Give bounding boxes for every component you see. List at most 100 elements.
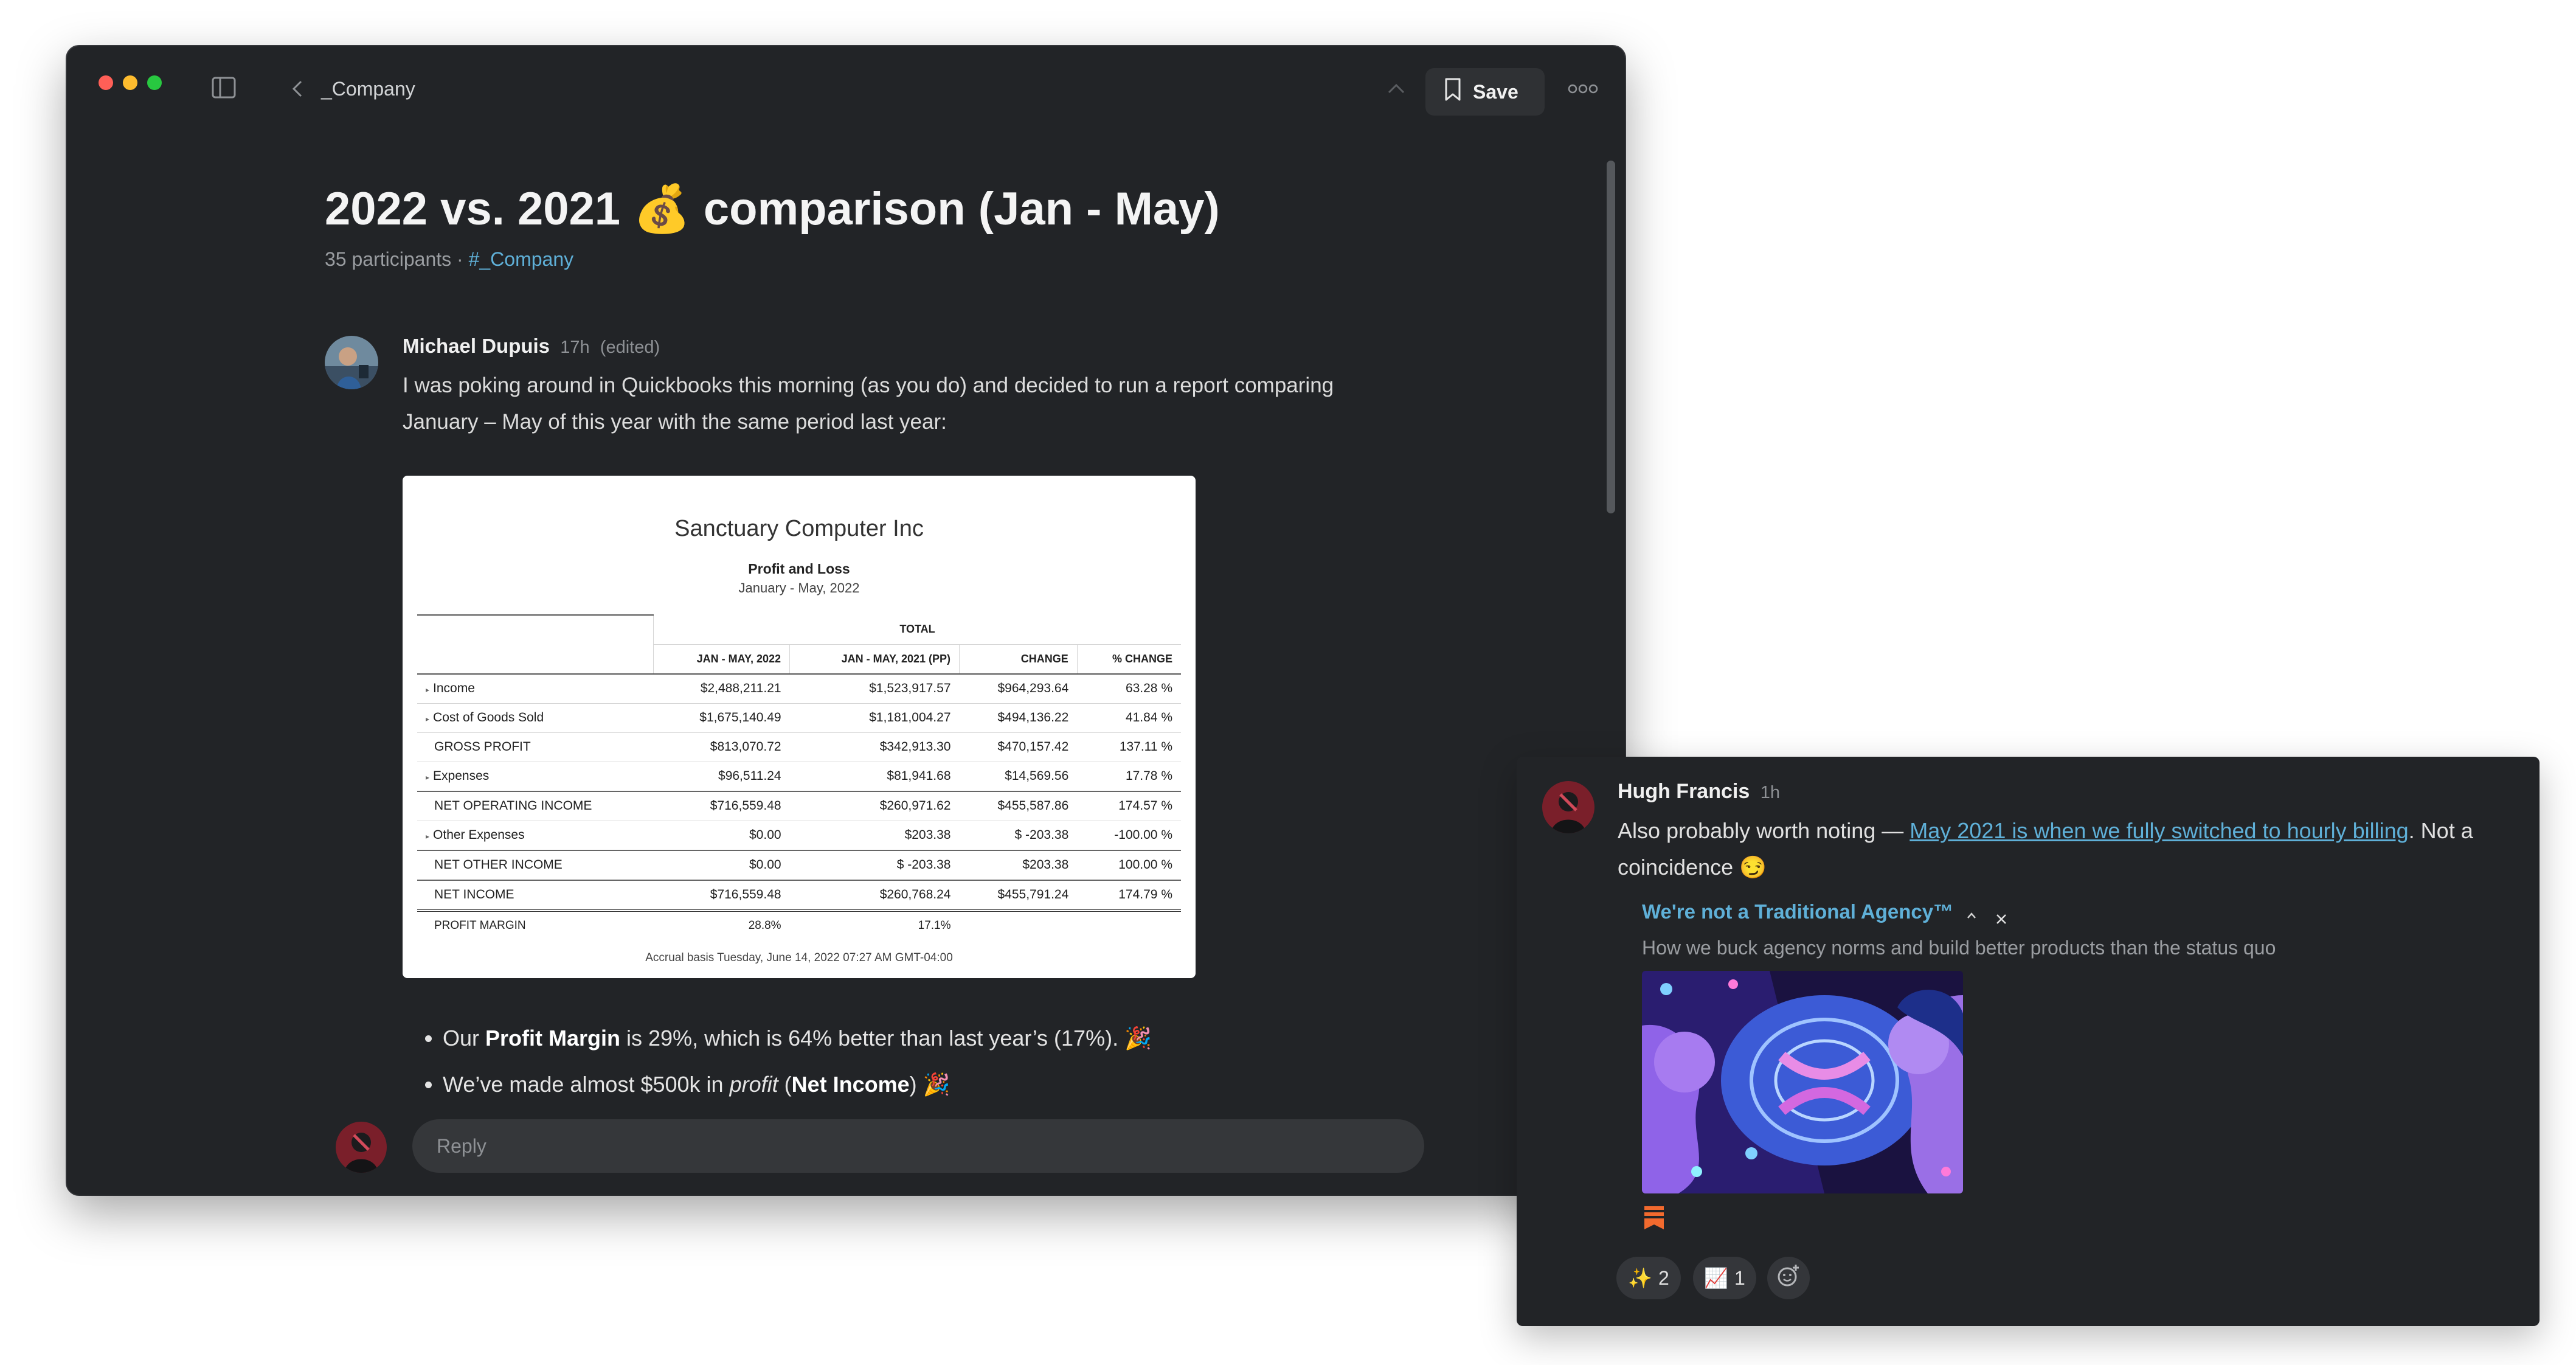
reaction-chart[interactable]: 📈 1 xyxy=(1693,1257,1756,1299)
table-row: ▸ Other Expenses $0.00 $203.38 $ -203.38 -100… xyxy=(417,821,1181,851)
cell: 137.11 % xyxy=(1077,732,1181,762)
column-header: JAN - MAY, 2022 xyxy=(653,644,790,675)
link-preview-title-text: We're not a Traditional Agency™ xyxy=(1642,900,1954,923)
total-header: TOTAL xyxy=(653,615,1181,644)
chart-increasing-icon: 📈 xyxy=(1704,1267,1729,1289)
cell: $81,941.68 xyxy=(789,762,960,792)
reaction-count: 1 xyxy=(1734,1266,1745,1289)
save-button[interactable]: Save xyxy=(1425,68,1545,116)
message-text: I was poking around in Quickbooks this m… xyxy=(403,373,1334,434)
table-row: ▸ Expenses $96,511.24 $81,941.68 $14,569.56 1… xyxy=(417,762,1181,792)
expand-arrow[interactable]: ▸ xyxy=(426,832,429,841)
table-row: ▸ Income $2,488,211.21 $1,523,917.57 $964,29… xyxy=(417,673,1181,704)
table-row: GROSS PROFIT $813,070.72 $342,913.30 $470,1… xyxy=(417,732,1181,762)
cell: $1,181,004.27 xyxy=(789,703,960,733)
reply-input[interactable]: Reply xyxy=(412,1119,1424,1173)
row-label: NET OPERATING INCOME xyxy=(434,799,592,813)
main-window: _Company Save 2022 vs. 2021 💰 comparison… xyxy=(67,46,1625,1195)
reply-placeholder: Reply xyxy=(437,1134,486,1157)
message-text: Also probably worth noting — May 2021 is… xyxy=(1618,813,2512,886)
inline-link[interactable]: May 2021 is when we fully switched to ho… xyxy=(1909,818,2408,843)
cell xyxy=(1077,911,1181,940)
bookmark-stack-icon[interactable] xyxy=(1642,1204,1666,1231)
sidebar-toggle-icon[interactable] xyxy=(210,74,237,101)
chevron-left-icon[interactable] xyxy=(288,78,306,100)
page-title: 2022 vs. 2021 💰 comparison (Jan - May) xyxy=(325,183,1220,235)
participants-count: 35 participants xyxy=(325,248,452,270)
minimize-window-button[interactable] xyxy=(123,75,137,90)
close-window-button[interactable] xyxy=(99,75,113,90)
breadcrumb[interactable]: _Company xyxy=(321,78,415,100)
cell: 174.79 % xyxy=(1077,880,1181,912)
cell: $716,559.48 xyxy=(653,880,790,912)
text-run: ( xyxy=(778,1072,792,1097)
current-user-avatar[interactable] xyxy=(336,1122,387,1173)
link-preview-title[interactable]: We're not a Traditional Agency™ xyxy=(1642,900,2008,931)
bookmark-icon xyxy=(1444,77,1462,106)
row-label: Income xyxy=(433,681,475,695)
chevron-up-icon[interactable] xyxy=(1385,80,1407,97)
cell: $813,070.72 xyxy=(653,732,790,762)
cell: $260,971.62 xyxy=(789,791,960,821)
avatar[interactable] xyxy=(325,336,378,389)
cell: $455,587.86 xyxy=(959,791,1078,821)
message-bullets: Our Profit Margin is 29%, which is 64% b… xyxy=(423,1026,1152,1118)
text-bold: Profit Margin xyxy=(485,1026,621,1051)
reaction-count: 2 xyxy=(1658,1266,1669,1289)
cell: 63.28 % xyxy=(1077,673,1181,704)
save-label: Save xyxy=(1473,80,1518,103)
cell: 41.84 % xyxy=(1077,703,1181,733)
report-image[interactable]: Sanctuary Computer Inc Profit and Loss J… xyxy=(403,476,1196,978)
reply-message-card: Hugh Francis 1h Also probably worth noti… xyxy=(1517,757,2540,1326)
avatar[interactable] xyxy=(1542,781,1594,833)
cell: $494,136.22 xyxy=(959,703,1078,733)
cell: 17.1% xyxy=(918,919,951,932)
post-subtitle: 35 participants · #_Company xyxy=(325,248,573,271)
more-icon[interactable] xyxy=(1567,78,1599,100)
reaction-sparkles[interactable]: ✨ 2 xyxy=(1616,1257,1681,1299)
cell: $470,157.42 xyxy=(959,732,1078,762)
close-icon[interactable] xyxy=(1995,908,2008,931)
report-title: Profit and Loss xyxy=(748,561,850,577)
cell: $203.38 xyxy=(959,850,1078,881)
row-label: Other Expenses xyxy=(433,828,525,842)
expand-arrow[interactable]: ▸ xyxy=(426,715,429,723)
cell: $0.00 xyxy=(653,850,790,881)
author-name[interactable]: Hugh Francis xyxy=(1618,780,1750,803)
cell: $964,293.64 xyxy=(959,673,1078,704)
zoom-window-button[interactable] xyxy=(147,75,162,90)
channel-link[interactable]: #_Company xyxy=(469,248,574,270)
report-company: Sanctuary Computer Inc xyxy=(674,516,924,541)
row-label: NET INCOME xyxy=(434,887,514,901)
edited-label: (edited) xyxy=(600,338,660,357)
author-name[interactable]: Michael Dupuis xyxy=(403,335,550,357)
subtitle-separator: · xyxy=(457,248,463,270)
text-run: We’ve made almost $500k in xyxy=(443,1072,730,1097)
list-item: Our Profit Margin is 29%, which is 64% b… xyxy=(443,1026,1152,1051)
cell: $2,488,211.21 xyxy=(653,673,790,704)
text-italic: profit xyxy=(729,1072,778,1097)
cell: $ -203.38 xyxy=(959,821,1078,851)
report-table: TOTAL JAN - MAY, 2022 JAN - MAY, 2021 (P… xyxy=(417,614,1181,940)
add-reaction-button[interactable] xyxy=(1767,1257,1810,1299)
text-run: is 29%, which is 64% better than last ye… xyxy=(620,1026,1152,1051)
cell: 174.57 % xyxy=(1077,791,1181,821)
cell: 17.78 % xyxy=(1077,762,1181,792)
link-preview-description: How we buck agency norms and build bette… xyxy=(1642,937,2276,959)
message-header: Hugh Francis 1h xyxy=(1618,780,1780,804)
scrollbar[interactable] xyxy=(1607,161,1615,513)
column-header: % CHANGE xyxy=(1076,644,1181,675)
titlebar: _Company Save xyxy=(67,46,1625,137)
cell: $455,791.24 xyxy=(959,880,1078,912)
list-item: We’ve made almost $500k in profit (Net I… xyxy=(443,1072,1152,1097)
cell xyxy=(960,911,1078,940)
row-label: Cost of Goods Sold xyxy=(433,710,544,724)
link-preview-image[interactable] xyxy=(1642,971,1963,1193)
table-row: NET INCOME $716,559.48 $260,768.24 $455,791… xyxy=(417,880,1181,912)
expand-arrow[interactable]: ▸ xyxy=(426,773,429,782)
collapse-icon[interactable] xyxy=(1966,901,1977,925)
cell: $96,511.24 xyxy=(653,762,790,792)
expand-arrow[interactable]: ▸ xyxy=(426,686,429,694)
cell: $716,559.48 xyxy=(653,791,790,821)
text-bold: Net Income xyxy=(791,1072,910,1097)
